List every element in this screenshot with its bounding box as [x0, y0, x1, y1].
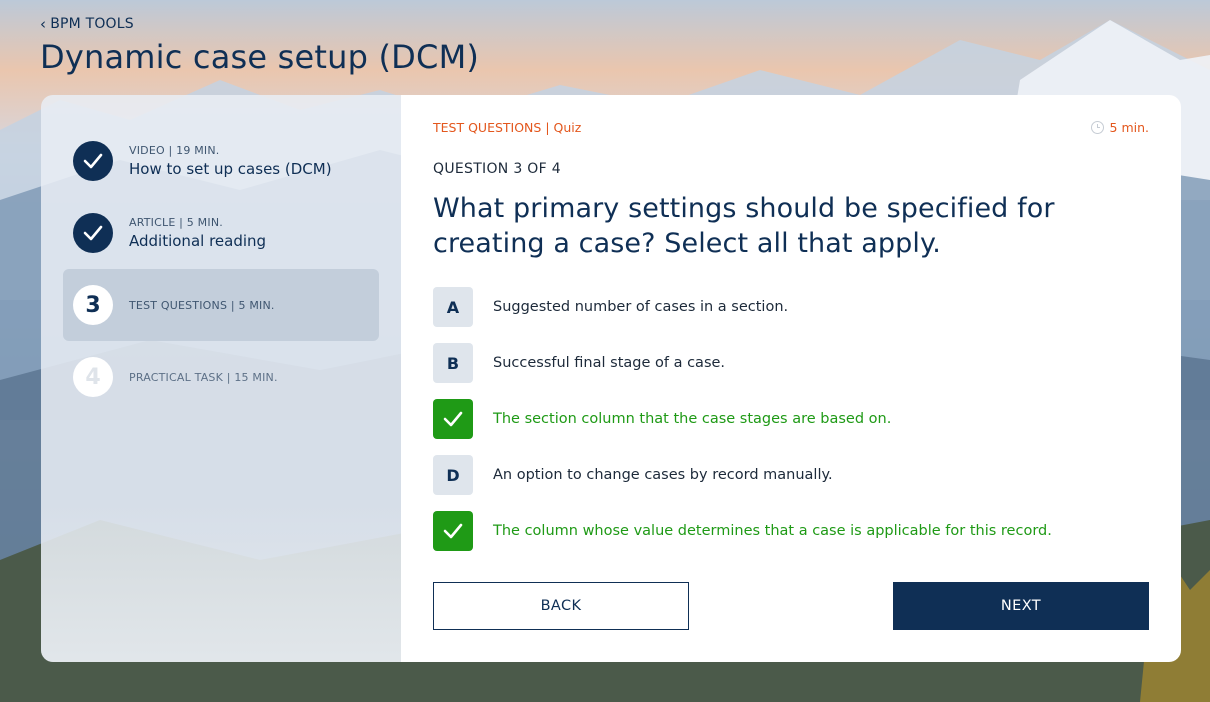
- option-text: The section column that the case stages …: [493, 411, 892, 427]
- answer-option-b[interactable]: B Successful final stage of a case.: [433, 343, 1149, 383]
- option-selected-badge: [433, 511, 473, 551]
- answer-options: A Suggested number of cases in a section…: [433, 287, 1149, 551]
- step-test-questions[interactable]: 3 TEST QUESTIONS | 5 MIN.: [63, 269, 379, 341]
- question-text: What primary settings should be specifie…: [433, 193, 1055, 259]
- back-link-label: BPM TOOLS: [50, 16, 134, 32]
- option-letter-badge: B: [433, 343, 473, 383]
- option-selected-badge: [433, 399, 473, 439]
- option-text: The column whose value determines that a…: [493, 523, 1052, 539]
- course-card: VIDEO | 19 MIN. How to set up cases (DCM…: [41, 95, 1181, 662]
- step-practical-task[interactable]: 4 PRACTICAL TASK | 15 MIN.: [63, 341, 379, 413]
- check-icon: [83, 225, 103, 241]
- page-title: Dynamic case setup (DCM): [40, 38, 480, 76]
- quiz-panel: TEST QUESTIONS | Quiz 5 min. QUESTION 3 …: [401, 95, 1181, 662]
- step-video[interactable]: VIDEO | 19 MIN. How to set up cases (DCM…: [63, 125, 379, 197]
- answer-option-c[interactable]: The section column that the case stages …: [433, 399, 1149, 439]
- step-number-badge: 4: [73, 357, 113, 397]
- answer-option-a[interactable]: A Suggested number of cases in a section…: [433, 287, 1149, 327]
- step-complete-badge: [73, 141, 113, 181]
- step-meta: ARTICLE | 5 MIN.: [129, 216, 223, 229]
- duration-indicator: 5 min.: [1090, 119, 1149, 135]
- answer-option-e[interactable]: The column whose value determines that a…: [433, 511, 1149, 551]
- check-icon: [443, 523, 463, 539]
- step-complete-badge: [73, 213, 113, 253]
- step-title: How to set up cases (DCM): [129, 160, 332, 178]
- option-text: Successful final stage of a case.: [493, 355, 726, 371]
- next-button[interactable]: NEXT: [893, 582, 1149, 630]
- duration-label: 5 min.: [1109, 119, 1149, 135]
- answer-option-d[interactable]: D An option to change cases by record ma…: [433, 455, 1149, 495]
- option-letter-badge: D: [433, 455, 473, 495]
- step-meta: PRACTICAL TASK | 15 MIN.: [129, 370, 278, 384]
- back-to-bpm-tools-link[interactable]: ‹ BPM TOOLS: [40, 16, 134, 32]
- check-icon: [83, 153, 103, 169]
- option-text: An option to change cases by record manu…: [493, 467, 833, 483]
- question-counter: QUESTION 3 OF 4: [433, 161, 561, 177]
- step-meta: TEST QUESTIONS | 5 MIN.: [129, 298, 275, 312]
- option-text: Suggested number of cases in a section.: [493, 299, 789, 315]
- step-article[interactable]: ARTICLE | 5 MIN. Additional reading: [63, 197, 379, 269]
- chevron-left-icon: ‹: [40, 14, 47, 33]
- clock-icon: [1090, 120, 1104, 134]
- back-button[interactable]: BACK: [433, 582, 689, 630]
- section-label: TEST QUESTIONS | Quiz: [433, 119, 582, 135]
- step-meta: VIDEO | 19 MIN.: [129, 144, 220, 157]
- quiz-actions: BACK NEXT: [433, 582, 1149, 630]
- step-number-badge: 3: [73, 285, 113, 325]
- course-steps-sidebar: VIDEO | 19 MIN. How to set up cases (DCM…: [41, 95, 401, 662]
- option-letter-badge: A: [433, 287, 473, 327]
- check-icon: [443, 411, 463, 427]
- step-title: Additional reading: [129, 232, 267, 250]
